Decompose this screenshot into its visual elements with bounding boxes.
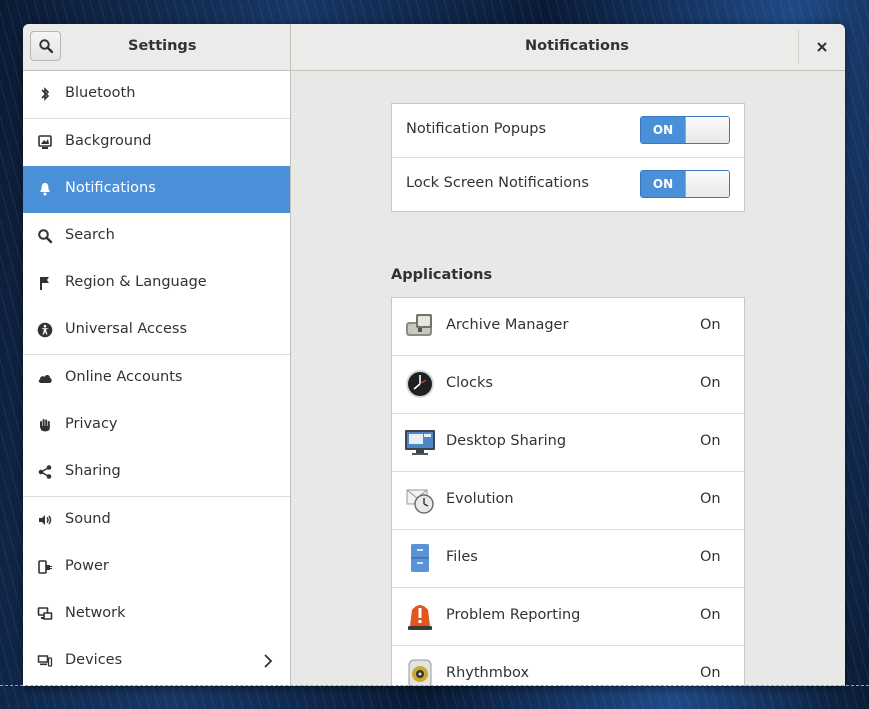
settings-title: Settings: [128, 38, 197, 54]
power-plug-icon: [38, 560, 52, 574]
sidebar-item-devices[interactable]: Devices: [23, 638, 290, 685]
sidebar-item-label: Search: [65, 227, 115, 243]
archive-manager-icon: [406, 314, 432, 336]
sidebar-item-label: Network: [65, 605, 126, 621]
accessibility-icon: [37, 322, 53, 338]
sidebar-item-bluetooth[interactable]: Bluetooth: [23, 71, 290, 118]
sidebar-item-sound[interactable]: Sound: [23, 497, 290, 544]
app-name: Problem Reporting: [446, 607, 581, 623]
sidebar-item-power[interactable]: Power: [23, 544, 290, 591]
sidebar-item-label: Background: [65, 133, 152, 149]
sidebar-item-online-accounts[interactable]: Online Accounts: [23, 355, 290, 402]
hand-icon: [40, 419, 50, 432]
app-state: On: [700, 317, 721, 333]
search-icon: [38, 229, 53, 244]
speaker-icon: [39, 515, 52, 525]
network-icon: [37, 607, 53, 620]
background-icon: [38, 135, 52, 149]
bluetooth-icon: [41, 87, 50, 101]
app-state: On: [700, 375, 721, 391]
sidebar-item-label: Bluetooth: [65, 85, 136, 101]
chevron-right-icon: [264, 654, 273, 668]
app-row-files[interactable]: Files On: [392, 530, 744, 588]
share-icon: [38, 465, 52, 479]
sidebar-item-notifications[interactable]: Notifications: [23, 166, 290, 213]
app-name: Evolution: [446, 491, 514, 507]
settings-window: Settings Notifications Bluetooth Backgro…: [23, 24, 845, 686]
sidebar-item-label: Devices: [65, 652, 123, 668]
panel-title: Notifications: [525, 38, 629, 54]
app-row-archive-manager[interactable]: Archive Manager On: [392, 298, 744, 356]
sidebar-item-sharing[interactable]: Sharing: [23, 449, 290, 496]
app-name: Clocks: [446, 375, 493, 391]
sidebar-item-universal-access[interactable]: Universal Access: [23, 307, 290, 354]
sidebar-item-label: Sound: [65, 511, 111, 527]
app-row-problem-reporting[interactable]: Problem Reporting On: [392, 588, 744, 646]
notification-popups-row: Notification Popups ON: [392, 104, 744, 158]
app-row-rhythmbox[interactable]: Rhythmbox On: [392, 646, 744, 686]
header-separator: [798, 30, 799, 64]
rhythmbox-icon: [408, 659, 432, 686]
notification-toggles: Notification Popups ON Lock Screen Notif…: [391, 103, 745, 212]
app-row-evolution[interactable]: Evolution On: [392, 472, 744, 530]
toggle-label: Notification Popups: [406, 121, 547, 137]
app-row-clocks[interactable]: Clocks On: [392, 356, 744, 414]
app-name: Archive Manager: [446, 317, 569, 333]
app-name: Rhythmbox: [446, 665, 530, 681]
applications-list: Archive Manager On Clocks On Desktop Sha…: [391, 297, 745, 686]
lock-screen-notifications-row: Lock Screen Notifications ON: [392, 158, 744, 211]
sidebar-item-label: Universal Access: [65, 321, 188, 337]
cloud-icon: [38, 375, 52, 383]
header-left-pane: Settings: [23, 24, 291, 70]
close-button[interactable]: [811, 36, 833, 58]
app-name: Desktop Sharing: [446, 433, 567, 449]
window-bottom-edge: [0, 685, 869, 686]
sidebar: Bluetooth Background Notifications Searc…: [23, 71, 291, 686]
app-state: On: [700, 491, 721, 507]
notifications-panel: Notification Popups ON Lock Screen Notif…: [291, 71, 845, 686]
lock-screen-notifications-switch[interactable]: ON: [640, 170, 730, 198]
sidebar-item-privacy[interactable]: Privacy: [23, 402, 290, 449]
devices-icon: [37, 655, 53, 667]
close-icon: [817, 42, 827, 52]
app-state: On: [700, 549, 721, 565]
app-state: On: [700, 607, 721, 623]
app-row-desktop-sharing[interactable]: Desktop Sharing On: [392, 414, 744, 472]
sidebar-item-search[interactable]: Search: [23, 213, 290, 260]
notification-popups-switch[interactable]: ON: [640, 116, 730, 144]
clocks-icon: [406, 370, 434, 398]
problem-reporting-icon: [408, 605, 432, 630]
flag-icon: [40, 277, 49, 290]
bell-icon: [40, 183, 50, 196]
sidebar-item-network[interactable]: Network: [23, 591, 290, 638]
sidebar-item-label: Notifications: [65, 180, 156, 196]
sidebar-item-label: Power: [65, 558, 109, 574]
sidebar-item-label: Privacy: [65, 416, 118, 432]
evolution-icon: [406, 489, 434, 514]
switch-knob[interactable]: [685, 117, 729, 143]
sidebar-item-label: Region & Language: [65, 274, 207, 290]
app-name: Files: [446, 549, 478, 565]
files-icon: [411, 544, 429, 572]
desktop-sharing-icon: [405, 430, 435, 455]
sidebar-item-label: Online Accounts: [65, 369, 183, 385]
search-button[interactable]: [30, 31, 61, 61]
switch-state: ON: [641, 117, 685, 143]
sidebar-item-background[interactable]: Background: [23, 119, 290, 166]
app-state: On: [700, 433, 721, 449]
sidebar-item-label: Sharing: [65, 463, 121, 479]
sidebar-item-region-language[interactable]: Region & Language: [23, 260, 290, 307]
applications-heading: Applications: [391, 267, 493, 283]
switch-knob[interactable]: [685, 171, 729, 197]
toggle-label: Lock Screen Notifications: [406, 175, 589, 191]
app-state: On: [700, 665, 721, 681]
header-bar: Settings Notifications: [23, 24, 845, 71]
switch-state: ON: [641, 171, 685, 197]
search-icon: [39, 39, 53, 53]
